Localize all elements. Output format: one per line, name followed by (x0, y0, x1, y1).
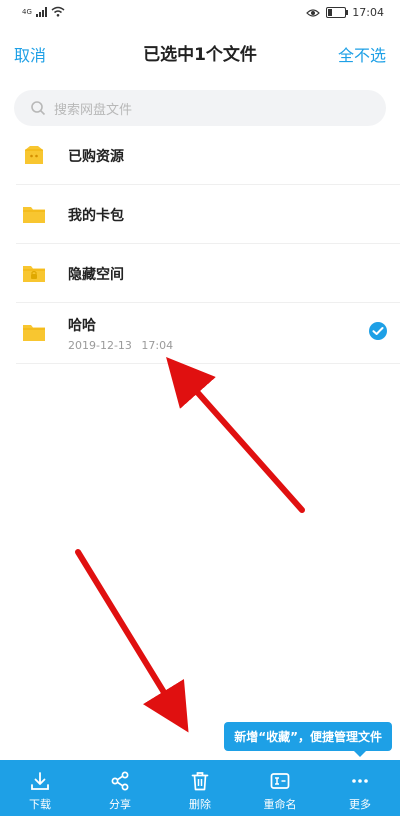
file-name: 已购资源 (68, 149, 124, 165)
status-right: 17:04 (306, 6, 384, 19)
list-item[interactable]: 隐藏空间 (16, 244, 400, 303)
checkmark-icon[interactable] (368, 321, 388, 341)
feature-tooltip: 新增“收藏”，便捷管理文件 (224, 722, 392, 757)
folder-icon (23, 325, 45, 341)
list-item[interactable]: 我的卡包 (16, 185, 400, 244)
search-icon (31, 101, 46, 116)
annotation-arrow (75, 549, 189, 733)
purchased-folder-icon (25, 146, 43, 164)
file-name: 我的卡包 (68, 208, 124, 224)
file-name: 哈哈 (68, 318, 96, 334)
file-list: 已购资源 我的卡包 隐藏空间 哈哈 2019-12-13 17:04 (0, 126, 400, 364)
bottom-toolbar: 下载 分享 删除 重命名 更多 (0, 760, 400, 816)
search-placeholder: 搜索网盘文件 (54, 103, 133, 118)
share-icon (111, 771, 129, 791)
status-time: 17:04 (352, 6, 384, 19)
download-icon (31, 772, 49, 790)
selection-header: 取消 已选中1个文件 全不选 (0, 36, 400, 70)
list-item[interactable]: 已购资源 (16, 126, 400, 185)
status-bar: 4G 17:04 (0, 0, 400, 26)
list-item[interactable]: 哈哈 2019-12-13 17:04 (16, 303, 400, 364)
annotation-arrow (166, 357, 305, 513)
delete-button[interactable]: 删除 (160, 760, 240, 816)
rename-label: 重命名 (263, 798, 297, 811)
more-button[interactable]: 更多 (320, 760, 400, 816)
rename-icon (270, 773, 290, 789)
folder-icon (23, 207, 45, 223)
share-button[interactable]: 分享 (80, 760, 160, 816)
more-label: 更多 (349, 798, 371, 811)
download-button[interactable]: 下载 (0, 760, 80, 816)
battery-icon (326, 7, 349, 18)
deselect-all-button[interactable]: 全不选 (338, 42, 386, 66)
wifi-icon (51, 6, 65, 17)
more-icon (352, 779, 368, 783)
trash-icon (191, 772, 209, 791)
download-label: 下载 (29, 798, 51, 811)
delete-label: 删除 (189, 798, 211, 811)
file-name: 隐藏空间 (68, 267, 124, 283)
signal-icon (35, 6, 47, 17)
status-left: 4G (22, 6, 65, 17)
locked-folder-icon (23, 266, 45, 282)
network-type: 4G (22, 7, 32, 16)
eye-icon (306, 8, 321, 17)
rename-button[interactable]: 重命名 (240, 760, 320, 816)
share-label: 分享 (109, 798, 131, 811)
file-date: 2019-12-13 17:04 (68, 339, 174, 352)
search-input[interactable]: 搜索网盘文件 (14, 90, 386, 126)
